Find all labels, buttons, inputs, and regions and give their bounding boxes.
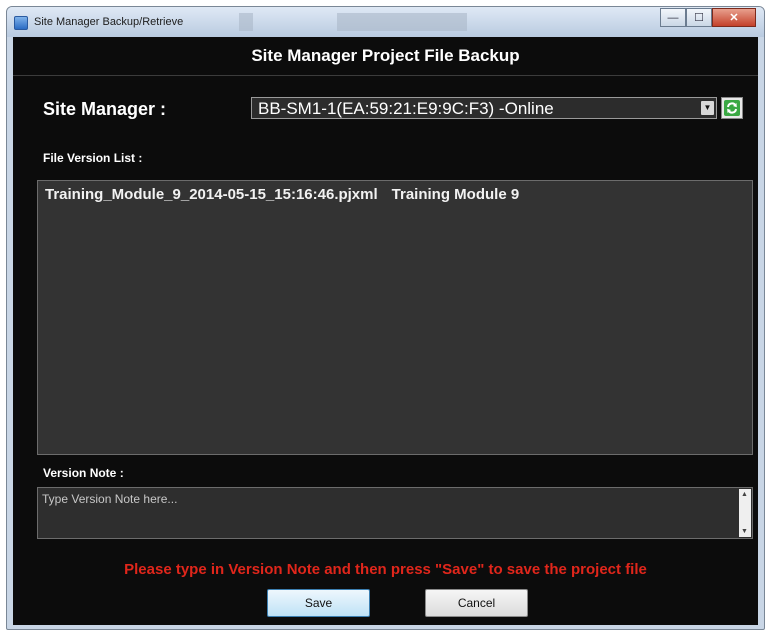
file-description: Training Module 9 <box>391 186 520 203</box>
dialog-header: Site Manager Project File Backup <box>13 37 758 76</box>
app-icon <box>14 16 28 30</box>
maximize-button[interactable]: ☐ <box>686 8 712 27</box>
cancel-button[interactable]: Cancel <box>425 589 528 617</box>
scroll-down-icon[interactable]: ▼ <box>741 528 748 535</box>
background-window-fragment <box>239 13 253 31</box>
window-controls: — ☐ ✕ <box>660 8 756 27</box>
chevron-down-icon[interactable]: ▼ <box>701 101 714 115</box>
background-window-fragment <box>337 13 467 31</box>
file-name: Training_Module_9_2014-05-15_15:16:46.pj… <box>45 186 378 203</box>
refresh-icon <box>724 100 740 116</box>
window-title: Site Manager Backup/Retrieve <box>34 16 184 28</box>
site-manager-select[interactable]: BB-SM1-1(EA:59:21:E9:9C:F3) -Online ▼ <box>251 97 717 119</box>
list-item[interactable]: Training_Module_9_2014-05-15_15:16:46.pj… <box>45 186 519 203</box>
save-button[interactable]: Save <box>267 589 370 617</box>
title-bar[interactable]: Site Manager Backup/Retrieve — ☐ ✕ <box>7 7 764 37</box>
instruction-message: Please type in Version Note and then pre… <box>124 561 647 578</box>
close-button[interactable]: ✕ <box>712 8 756 27</box>
file-version-list[interactable]: Training_Module_9_2014-05-15_15:16:46.pj… <box>37 180 753 455</box>
site-manager-selected-value: BB-SM1-1(EA:59:21:E9:9C:F3) -Online <box>258 99 554 118</box>
dialog-body: Site Manager Project File Backup Site Ma… <box>13 37 758 625</box>
scroll-up-icon[interactable]: ▲ <box>741 491 748 498</box>
version-note-scrollbar[interactable]: ▲ ▼ <box>739 489 751 537</box>
version-note-container: ▲ ▼ <box>37 487 753 539</box>
maximize-icon: ☐ <box>694 12 704 24</box>
version-note-label: Version Note : <box>43 466 124 480</box>
app-window: Site Manager Backup/Retrieve — ☐ ✕ Site … <box>6 6 765 630</box>
minimize-button[interactable]: — <box>660 8 686 27</box>
minimize-icon: — <box>667 11 679 24</box>
file-version-list-label: File Version List : <box>43 151 143 165</box>
site-manager-label: Site Manager : <box>43 99 167 119</box>
close-icon: ✕ <box>729 12 739 24</box>
refresh-button[interactable] <box>721 97 743 119</box>
version-note-input[interactable] <box>42 492 732 532</box>
